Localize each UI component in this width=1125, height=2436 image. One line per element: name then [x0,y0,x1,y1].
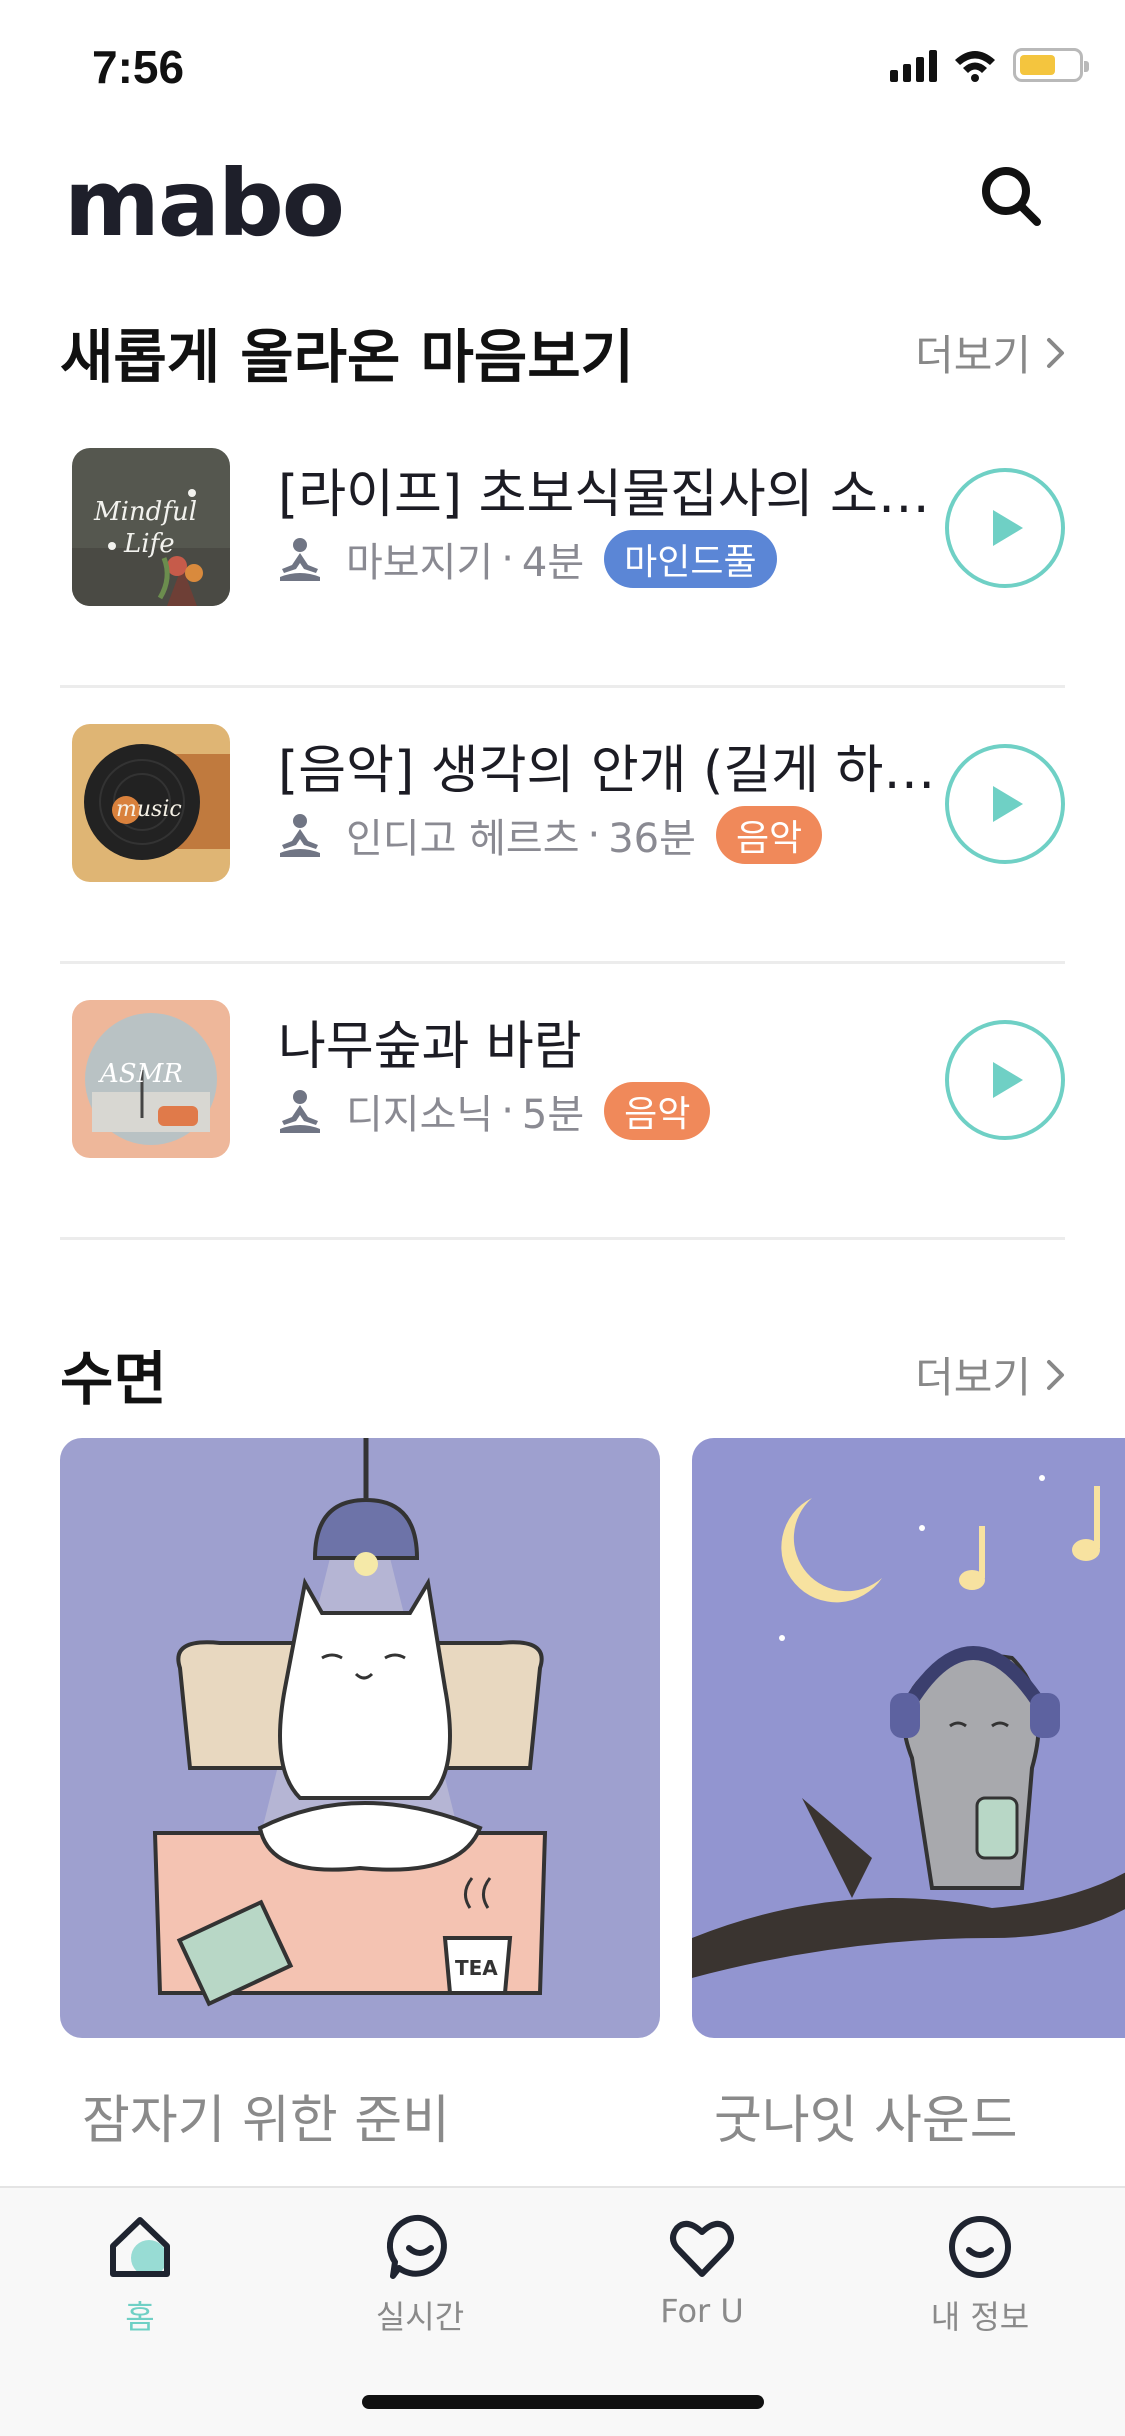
new-content-list: Mindful Life [라이프] 초보식물집사의 소… 마보지기 · 4분 … [60,412,1065,1240]
category-tag: 음악 [604,1082,711,1140]
tab-for-u[interactable]: For U [602,2212,802,2330]
tab-label: 실시간 [375,2298,465,2336]
play-icon [993,786,1023,822]
svg-text:ASMR: ASMR [98,1059,183,1089]
section-title-new: 새롭게 올라온 마음보기 [60,323,634,391]
tab-live[interactable]: 실시간 [320,2212,520,2338]
play-icon [993,1062,1023,1098]
brand-logo: mabo [64,150,345,257]
more-label: 더보기 [915,331,1031,380]
more-link-new[interactable]: 더보기 [915,322,1067,383]
chevron-right-icon [1047,337,1064,368]
more-link-sleep[interactable]: 더보기 [915,1344,1067,1405]
tab-my-info[interactable]: 내 정보 [880,2212,1080,2338]
search-button[interactable] [975,160,1049,234]
sleep-card[interactable]: TEA 잠자기 위한 준비 [60,1438,660,2153]
tab-label: 홈 [125,2298,155,2336]
item-author: 마보지기 [346,540,494,586]
item-meta: 마보지기 · 4분 마인드풀 [278,530,777,588]
tab-home[interactable]: 홈 [40,2212,240,2338]
thumbnail-asmr: ASMR [72,1000,230,1158]
meditation-icon [280,538,320,581]
list-item[interactable]: ASMR 나무숲과 바람 디지소닉 · 5분 음악 [60,964,1065,1240]
tea-cup-label: TEA [455,1956,498,1980]
item-meta: 디지소닉 · 5분 음악 [278,1082,711,1140]
home-icon [110,2217,170,2277]
play-button[interactable] [945,468,1065,588]
heart-icon [670,2220,734,2277]
item-duration: 36분 [608,816,696,862]
wifi-icon [955,51,995,82]
item-author: 디지소닉 [346,1092,494,1138]
sleep-card[interactable]: 굿나잇 사운드 [692,1438,1125,2153]
thumbnail-mindful-life: Mindful Life [72,448,230,606]
status-bar: 7:56 [0,0,1125,140]
play-icon [993,510,1023,546]
home-indicator [362,2395,764,2409]
section-title-sleep: 수면 [60,1345,167,1413]
status-time: 7:56 [92,41,185,93]
item-title: 나무숲과 바람 [278,1017,582,1077]
meditation-icon [280,814,320,857]
play-button[interactable] [945,1020,1065,1140]
tab-label: For U [660,2292,744,2330]
svg-text:Life: Life [123,529,175,559]
card-image-cat-meditating: TEA [60,1438,660,2038]
list-item[interactable]: Mindful Life [라이프] 초보식물집사의 소… 마보지기 · 4분 … [60,412,1065,688]
category-tag: 음악 [715,806,823,864]
meditation-icon [280,1090,320,1133]
card-label: 굿나잇 사운드 [714,2091,1018,2151]
card-label: 잠자기 위한 준비 [82,2091,450,2151]
search-icon [982,167,1041,226]
smile-face-icon [949,2216,1011,2278]
category-tag: 마인드풀 [604,530,777,588]
item-title: [음악] 생각의 안개 (길게 하… [278,741,936,801]
cellular-signal-icon [890,48,937,82]
item-title: [라이프] 초보식물집사의 소… [278,465,930,525]
battery-icon [1013,48,1089,82]
thumbnail-music: music [72,724,230,882]
item-meta: 인디고 헤르츠 · 36분 음악 [278,806,823,864]
chat-bubble-icon [386,2214,447,2279]
list-item[interactable]: music [음악] 생각의 안개 (길게 하… 인디고 헤르츠 · 36분 음… [60,688,1065,964]
tab-label: 내 정보 [930,2298,1030,2336]
item-author: 인디고 헤르츠 [346,816,580,862]
svg-text:Mindful: Mindful [93,497,197,527]
more-label: 더보기 [915,1353,1031,1402]
card-image-cat-on-tree [692,1438,1125,2038]
status-icons [890,48,1089,82]
chevron-right-icon [1047,1359,1064,1390]
play-button[interactable] [945,744,1065,864]
sleep-cards-carousel[interactable]: TEA 잠자기 위한 준비 굿나잇 사운드 [60,1438,1125,2158]
svg-text:music: music [116,797,182,822]
item-duration: 4분 [521,540,585,586]
item-duration: 5분 [521,1092,585,1138]
